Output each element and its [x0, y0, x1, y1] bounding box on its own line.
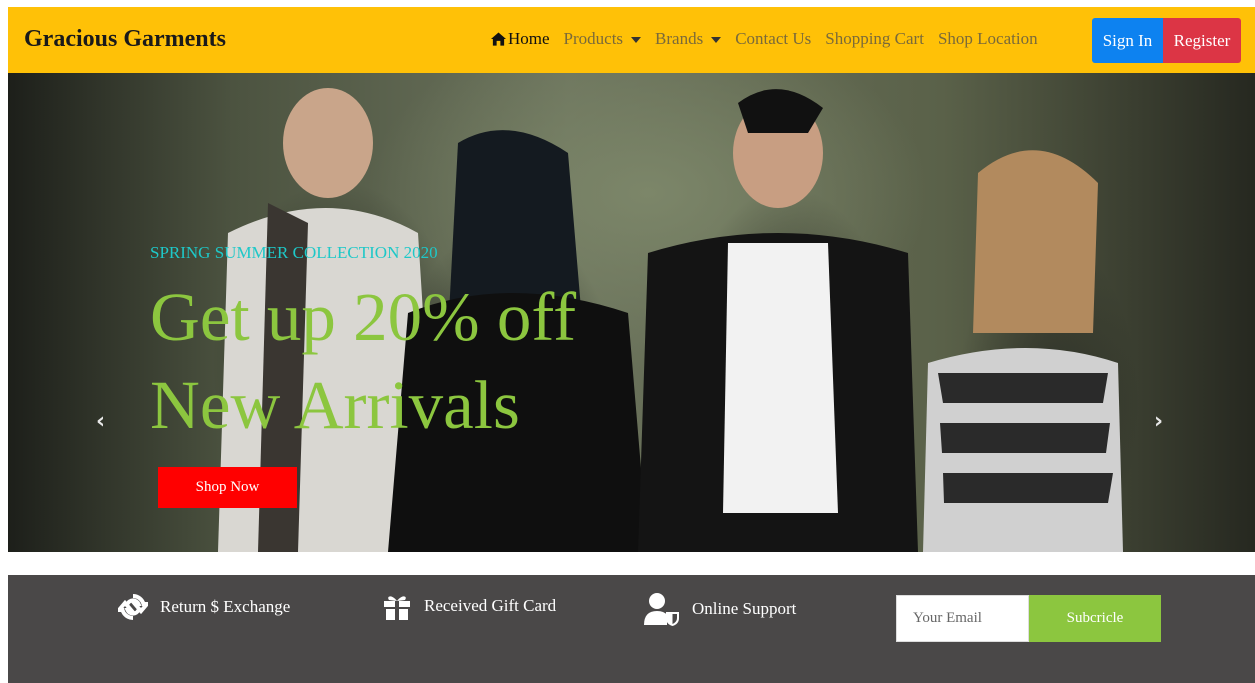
caret-down-icon: [631, 37, 642, 43]
hero-headline-line1: Get up 20% off: [150, 279, 577, 355]
sign-in-button[interactable]: Sign In: [1092, 18, 1163, 63]
nav-cart-link[interactable]: Shopping Cart: [825, 29, 924, 49]
shop-now-button[interactable]: Shop Now: [158, 467, 297, 508]
nav-products-dropdown[interactable]: Products: [564, 29, 642, 49]
nav-products-label: Products: [563, 29, 624, 48]
hero-headline-line2: New Arrivals: [150, 367, 520, 443]
nav-brands-dropdown[interactable]: Brands: [655, 29, 722, 49]
home-icon: [491, 32, 506, 46]
feature-gift: Received Gift Card: [382, 592, 556, 620]
refresh-icon: [118, 594, 148, 620]
caret-down-icon: [711, 37, 722, 43]
feature-gift-label: Received Gift Card: [424, 596, 557, 615]
hero-subtitle: SPRING SUMMER COLLECTION 2020: [150, 243, 438, 262]
nav-links: Home Products Brands Contact Us Shopping…: [491, 29, 1052, 49]
feature-return-label: Return $ Exchange: [160, 597, 291, 616]
user-shield-icon: [644, 593, 679, 626]
nav-contact-link[interactable]: Contact Us: [735, 29, 811, 49]
carousel-next-icon[interactable]: ›: [1154, 409, 1163, 434]
navbar: Gracious Garments Home Products Brands C…: [8, 7, 1255, 73]
carousel-prev-icon[interactable]: ‹: [96, 409, 105, 434]
nav-home-link[interactable]: Home: [491, 29, 550, 49]
hero-carousel: SPRING SUMMER COLLECTION 2020 Get up 20%…: [8, 73, 1255, 552]
email-input[interactable]: [896, 595, 1029, 642]
feature-support-label: Online Support: [692, 599, 797, 618]
hero-headline: Get up 20% off New Arrivals: [150, 273, 576, 449]
brand-logo[interactable]: Gracious Garments: [24, 26, 226, 53]
nav-home-label: Home: [508, 29, 550, 48]
nav-brands-label: Brands: [655, 29, 704, 48]
register-button[interactable]: Register: [1163, 18, 1241, 63]
subscribe-button[interactable]: Subcricle: [1029, 595, 1161, 642]
features-bar: Return $ Exchange Received Gift Card Onl…: [8, 575, 1255, 683]
feature-return: Return $ Exchange: [118, 592, 290, 622]
nav-location-link[interactable]: Shop Location: [938, 29, 1038, 49]
gift-icon: [384, 596, 410, 620]
feature-support: Online Support: [644, 592, 796, 626]
